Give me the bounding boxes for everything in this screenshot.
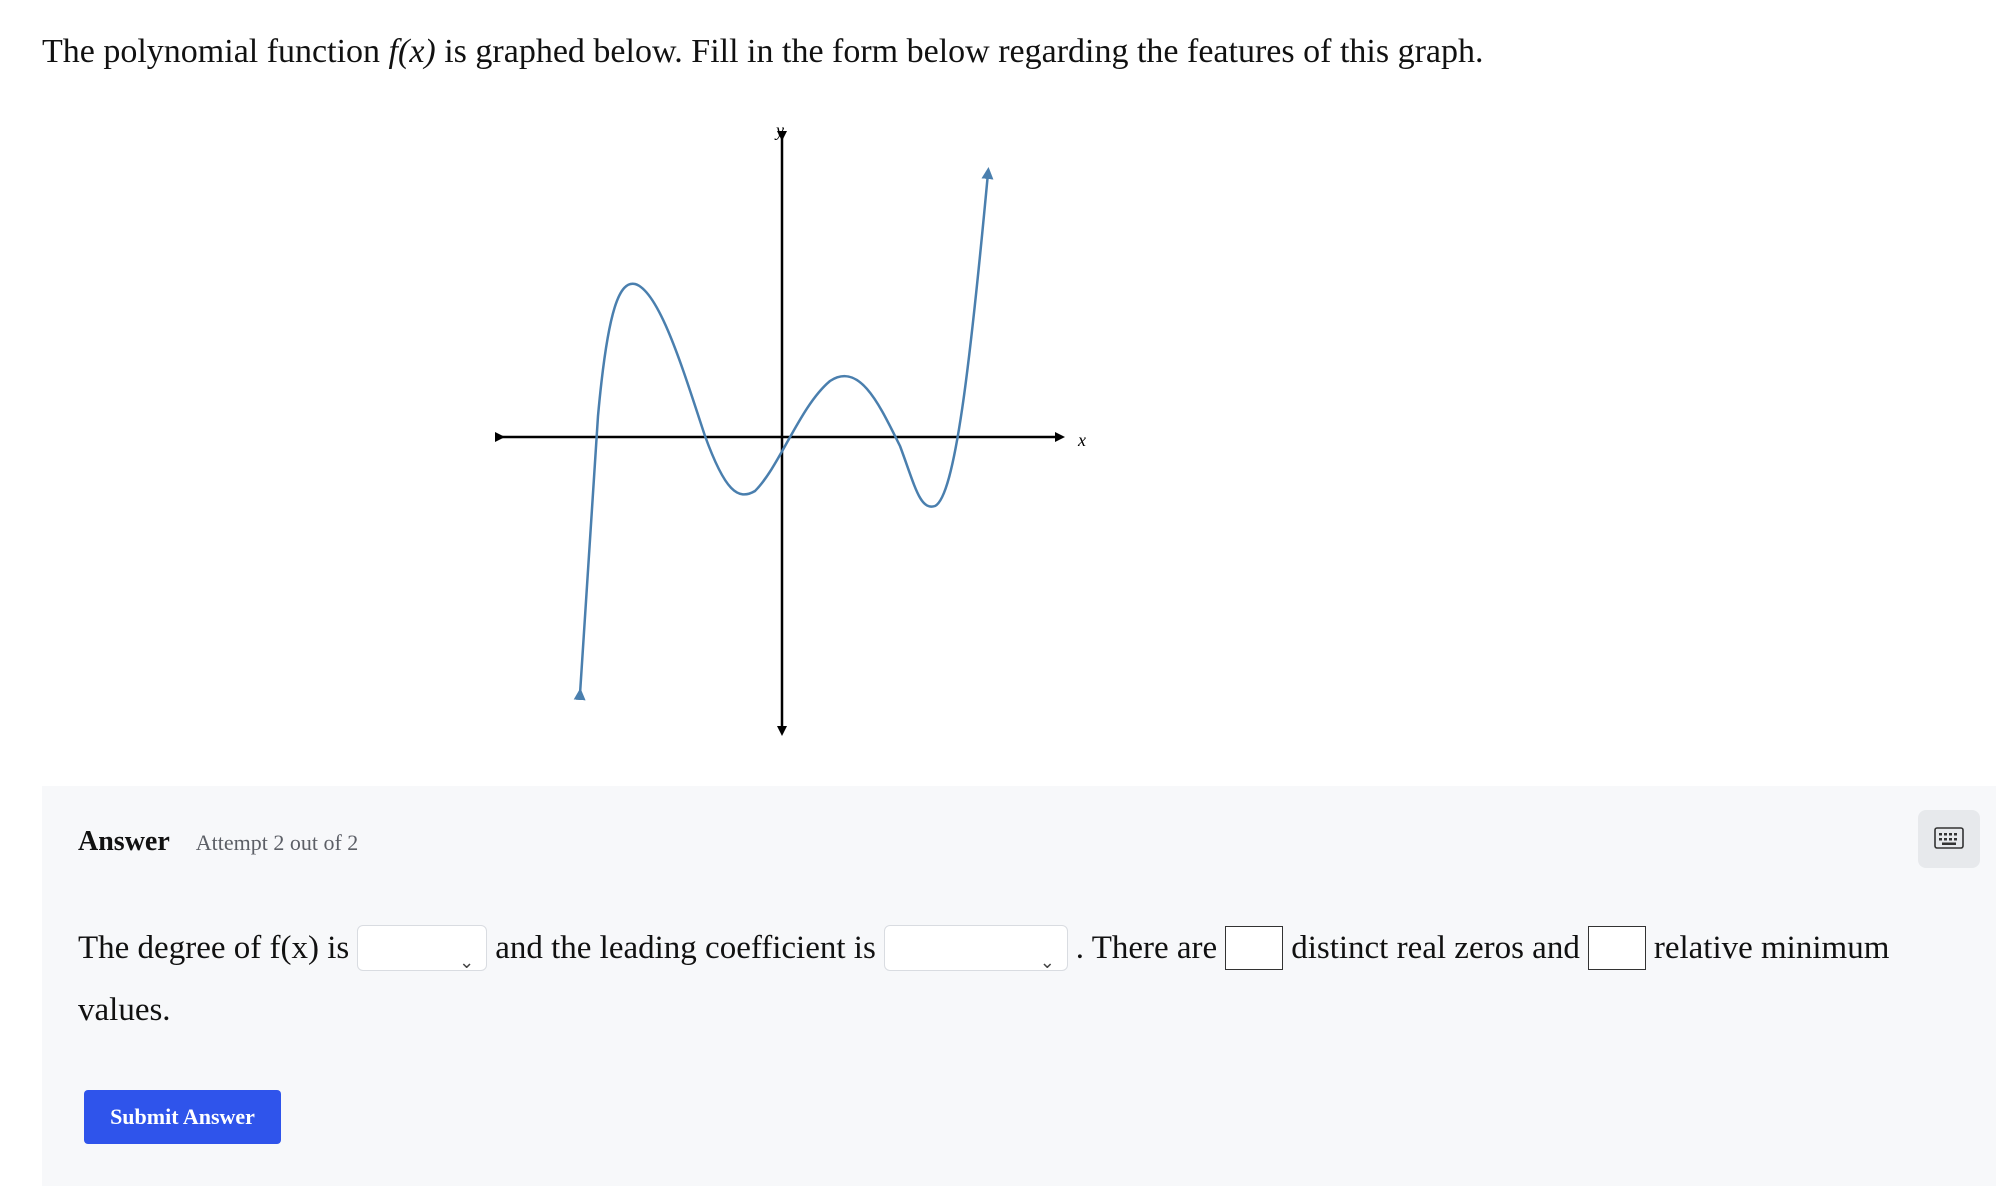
answer-panel: Answer Attempt 2 out of 2 The degree of … xyxy=(42,786,1996,1186)
chevron-down-icon: ⌄ xyxy=(459,952,475,973)
keyboard-icon xyxy=(1934,827,1964,849)
leading-coefficient-label: and the leading coefficient is xyxy=(495,930,876,966)
relative-minimum-input[interactable] xyxy=(1587,926,1646,970)
x-axis-label: x xyxy=(1077,430,1086,450)
chevron-down-icon: ⌄ xyxy=(1039,952,1055,973)
function-notation: f(x) xyxy=(388,33,436,70)
attempt-counter: Attempt 2 out of 2 xyxy=(195,830,359,855)
polynomial-graph: x y xyxy=(495,120,1086,736)
y-axis-label: y xyxy=(774,120,784,140)
zeros-input[interactable] xyxy=(1225,926,1284,970)
submit-answer-button[interactable]: Submit Answer xyxy=(84,1090,281,1144)
answer-title: Answer xyxy=(78,826,170,857)
keyboard-button[interactable] xyxy=(1918,810,1980,868)
leading-coefficient-select[interactable]: ⌄ xyxy=(883,925,1068,973)
zeros-label-suffix: distinct real zeros and xyxy=(1291,930,1580,966)
zeros-label-prefix: . There are xyxy=(1075,930,1218,966)
relative-minimum-label: relative minimum xyxy=(1653,930,1890,966)
values-label: values. xyxy=(78,992,171,1028)
answer-form-line-2: values. xyxy=(78,986,171,1034)
question-text: The polynomial function f(x) is graphed … xyxy=(42,26,1483,78)
degree-select[interactable]: ⌄ xyxy=(357,925,488,973)
polynomial-curve xyxy=(573,167,994,701)
degree-label: The degree of f(x) is xyxy=(78,930,350,966)
question-suffix: is graphed below. Fill in the form below… xyxy=(435,33,1484,70)
answer-header: Answer Attempt 2 out of 2 xyxy=(78,826,358,858)
question-prefix: The polynomial function xyxy=(42,33,389,70)
answer-form-line-1: The degree of f(x) is ⌄ and the leading … xyxy=(78,924,1890,973)
